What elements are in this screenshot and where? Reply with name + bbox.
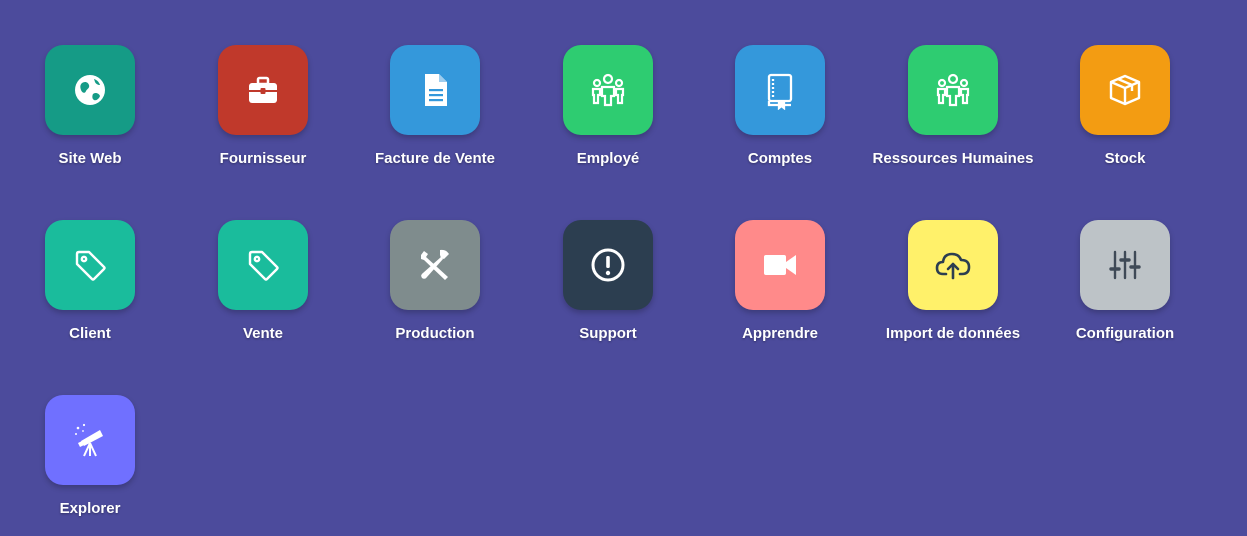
app-fournisseur[interactable]: Fournisseur: [177, 45, 349, 185]
briefcase-icon: [243, 70, 283, 110]
app-label: Site Web: [58, 150, 122, 167]
app-label: Production: [395, 325, 475, 342]
app-tile[interactable]: [1080, 45, 1170, 135]
app-production[interactable]: Production: [349, 220, 521, 360]
app-stock[interactable]: Stock: [1039, 45, 1211, 185]
app-label: Facture de Vente: [374, 150, 496, 167]
cloud-upload-icon: [933, 245, 973, 285]
app-label: Ressources Humaines: [872, 150, 1034, 167]
app-label: Apprendre: [742, 325, 818, 342]
app-label: Fournisseur: [219, 150, 307, 167]
app-label: Vente: [242, 325, 284, 342]
app-tile[interactable]: [45, 220, 135, 310]
tag-icon: [70, 245, 110, 285]
app-label: Import de données: [885, 325, 1021, 342]
app-label: Stock: [1104, 150, 1146, 167]
app-tile[interactable]: [908, 220, 998, 310]
app-employe[interactable]: Employé: [522, 45, 694, 185]
app-import-de-donnees[interactable]: Import de données: [867, 220, 1039, 360]
app-label: Comptes: [747, 150, 813, 167]
app-facture-de-vente[interactable]: Facture de Vente: [349, 45, 521, 185]
app-label: Explorer: [59, 500, 121, 517]
app-tile[interactable]: [563, 45, 653, 135]
app-tile[interactable]: [390, 45, 480, 135]
app-vente[interactable]: Vente: [177, 220, 349, 360]
app-tile[interactable]: [218, 220, 308, 310]
users-icon: [588, 70, 628, 110]
app-tile[interactable]: [908, 45, 998, 135]
app-support[interactable]: Support: [522, 220, 694, 360]
video-camera-icon: [760, 245, 800, 285]
app-label: Support: [579, 325, 637, 342]
app-comptes[interactable]: Comptes: [694, 45, 866, 185]
tools-icon: [415, 245, 455, 285]
alert-circle-icon: [588, 245, 628, 285]
app-tile[interactable]: [1080, 220, 1170, 310]
app-site-web[interactable]: Site Web: [4, 45, 176, 185]
app-tile[interactable]: [45, 45, 135, 135]
sliders-icon: [1105, 245, 1145, 285]
app-tile[interactable]: [218, 45, 308, 135]
app-label: Configuration: [1075, 325, 1175, 342]
tag-icon: [243, 245, 283, 285]
app-tile[interactable]: [735, 45, 825, 135]
app-tile[interactable]: [563, 220, 653, 310]
app-tile[interactable]: [735, 220, 825, 310]
app-label: Employé: [576, 150, 640, 167]
telescope-icon: [70, 420, 110, 460]
book-icon: [760, 70, 800, 110]
document-icon: [415, 70, 455, 110]
users-icon: [933, 70, 973, 110]
app-configuration[interactable]: Configuration: [1039, 220, 1211, 360]
globe-icon: [70, 70, 110, 110]
app-tile[interactable]: [390, 220, 480, 310]
app-label: Client: [69, 325, 111, 342]
app-tile[interactable]: [45, 395, 135, 485]
app-client[interactable]: Client: [4, 220, 176, 360]
box-icon: [1105, 70, 1145, 110]
app-grid: Site Web Fournisseur Facture de Vente Em…: [0, 0, 1247, 536]
app-apprendre[interactable]: Apprendre: [694, 220, 866, 360]
app-ressources-humaines[interactable]: Ressources Humaines: [867, 45, 1039, 185]
app-explorer[interactable]: Explorer: [4, 395, 176, 535]
